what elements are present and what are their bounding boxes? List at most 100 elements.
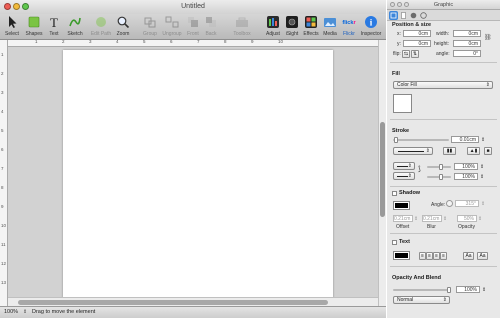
x-field[interactable]: 0cm [403, 30, 431, 37]
shadow-blur-stepper[interactable]: ⇕ [443, 216, 447, 222]
blend-mode-value: Normal [397, 297, 414, 303]
align-left-button[interactable]: ≡ [419, 252, 426, 260]
toolbar-media-button[interactable]: Media [321, 15, 339, 40]
document-page[interactable] [63, 50, 333, 298]
arrow-start-select[interactable]: ⇕ [393, 162, 415, 170]
align-center-button[interactable]: ≡ [426, 252, 433, 260]
constrain-proportions-icon[interactable]: ⛓ [484, 34, 492, 41]
opacity-slider[interactable] [393, 287, 451, 293]
group-icon [143, 15, 157, 29]
arrow-end-opacity-stepper[interactable]: ⇕ [480, 174, 484, 180]
fill-color-well[interactable] [393, 94, 412, 113]
shadow-opacity-field[interactable]: 50% [457, 215, 477, 222]
toolbar-ungroup-button[interactable]: Ungroup [161, 15, 183, 40]
canvas-area[interactable] [8, 47, 378, 306]
separator [390, 186, 497, 187]
shadow-angle-dial[interactable] [446, 200, 453, 207]
toolbar-toolbox-button[interactable]: Toolbox [230, 15, 254, 40]
stroke-cap-button[interactable]: ▮▮ [443, 147, 456, 155]
shadow-angle-stepper[interactable]: ⇕ [481, 201, 485, 207]
opacity-slider-knob[interactable] [447, 287, 451, 293]
flip-vertical-button[interactable]: ⇅ [411, 50, 419, 58]
stroke-style-select[interactable]: ⇕ [393, 147, 433, 155]
arrow-start-opacity-field[interactable]: 100% [454, 163, 478, 170]
stroke-color-button[interactable]: ■ [484, 147, 492, 155]
arrow-link-icon: ⟆ [418, 166, 421, 173]
toolbar-flickr-button[interactable]: flickr Flickr [340, 15, 358, 40]
separator [390, 119, 497, 120]
align-right-button[interactable]: ≡ [433, 252, 440, 260]
toolbar-back-button[interactable]: Back [203, 15, 219, 40]
toolbar-effects-button[interactable]: Effects [302, 15, 320, 40]
shadow-opacity-stepper[interactable]: ⇕ [478, 216, 482, 222]
shadow-offset-field[interactable]: 0.21cm [393, 215, 413, 222]
toolbar-ungroup-label: Ungroup [162, 31, 182, 37]
toolbar-select-button[interactable]: Select [3, 15, 21, 40]
y-field[interactable]: 0cm [403, 40, 431, 47]
fill-mode-select[interactable]: Color Fill ⇕ [393, 81, 493, 89]
shadow-checkbox[interactable] [392, 191, 397, 196]
toolbar-isight-button[interactable]: iSight [283, 15, 301, 40]
horizontal-scroll-thumb[interactable] [18, 300, 328, 305]
blend-mode-select[interactable]: Normal ⇕ [393, 296, 450, 304]
back-icon [204, 15, 218, 29]
shapes-icon [27, 15, 41, 29]
toolbar-front-button[interactable]: Front [185, 15, 201, 40]
toolbar-edit-path-button[interactable]: Edit Path [89, 15, 113, 40]
arrow-start-opacity-stepper[interactable]: ⇕ [480, 164, 484, 170]
stroke-width-slider-knob[interactable] [394, 137, 399, 143]
text-checkbox[interactable] [392, 240, 397, 245]
opacity-field[interactable]: 100% [456, 286, 480, 293]
text-heading: Text [399, 239, 410, 245]
stroke-width-slider[interactable] [393, 137, 449, 143]
zoom-level-field[interactable]: 100% [4, 309, 18, 315]
ruler-h-number: 3 [89, 40, 92, 44]
arrow-end-select[interactable]: ⇕ [393, 172, 415, 180]
tab-layout[interactable] [419, 11, 428, 20]
arrow-end-opacity-field[interactable]: 100% [454, 173, 478, 180]
stroke-width-field[interactable]: 0.01cm [451, 136, 479, 143]
zoom-stepper[interactable]: ⇕ [23, 309, 27, 315]
width-field[interactable]: 0cm [453, 30, 481, 37]
tab-document[interactable] [399, 11, 408, 20]
flip-horizontal-button[interactable]: ⇆ [402, 50, 410, 58]
toolbar-zoom-button[interactable]: Zoom [114, 15, 132, 40]
text-size-down-button[interactable]: Aa [477, 252, 488, 260]
shadow-color-well[interactable] [393, 201, 410, 210]
arrow-start-opacity-slider[interactable] [427, 164, 451, 170]
stroke-heading: Stroke [392, 128, 410, 134]
align-justify-button[interactable]: ≡ [440, 252, 447, 260]
height-field[interactable]: 0cm [453, 40, 481, 47]
chevron-updown-icon: ⇕ [485, 82, 490, 88]
ruler-v-number: 5 [1, 128, 4, 133]
toolbar-inspector-button[interactable]: i Inspector [360, 15, 382, 40]
text-color-well[interactable] [393, 251, 410, 260]
ruler-v-number: 1 [1, 52, 4, 57]
stroke-join-button[interactable]: ▲▮ [467, 147, 480, 155]
toolbar-adjust-button[interactable]: Adjust [264, 15, 282, 40]
angle-field[interactable]: 0° [453, 50, 481, 57]
horizontal-scrollbar[interactable] [8, 297, 378, 306]
y-label: y: [397, 41, 401, 47]
arrow-end-opacity-knob[interactable] [439, 174, 443, 180]
opacity-stepper[interactable]: ⇕ [482, 287, 486, 293]
toolbar-sketch-button[interactable]: Sketch [65, 15, 85, 40]
shadow-blur-field[interactable]: 0.21cm [422, 215, 442, 222]
arrow-start-opacity-knob[interactable] [439, 164, 443, 170]
tab-graphic[interactable] [389, 11, 398, 20]
tab-color[interactable] [409, 11, 418, 20]
toolbar-text-button[interactable]: T Text [46, 15, 62, 40]
shadow-offset-stepper[interactable]: ⇕ [414, 216, 418, 222]
flickr-icon: flickr [342, 15, 356, 29]
toolbar-shapes-button[interactable]: Shapes [24, 15, 44, 40]
vertical-scroll-thumb[interactable] [380, 122, 385, 217]
toolbar-effects-label: Effects [303, 31, 319, 37]
toolbar-group-button[interactable]: Group [140, 15, 160, 40]
stroke-width-stepper[interactable]: ⇕ [481, 137, 485, 143]
toolbar-front-label: Front [187, 31, 199, 37]
toolbar-select-label: Select [5, 31, 19, 37]
arrow-end-opacity-slider[interactable] [427, 174, 451, 180]
text-size-up-button[interactable]: Aa [463, 252, 474, 260]
shadow-angle-field[interactable]: 315° [455, 200, 479, 207]
vertical-scrollbar[interactable] [378, 40, 386, 306]
